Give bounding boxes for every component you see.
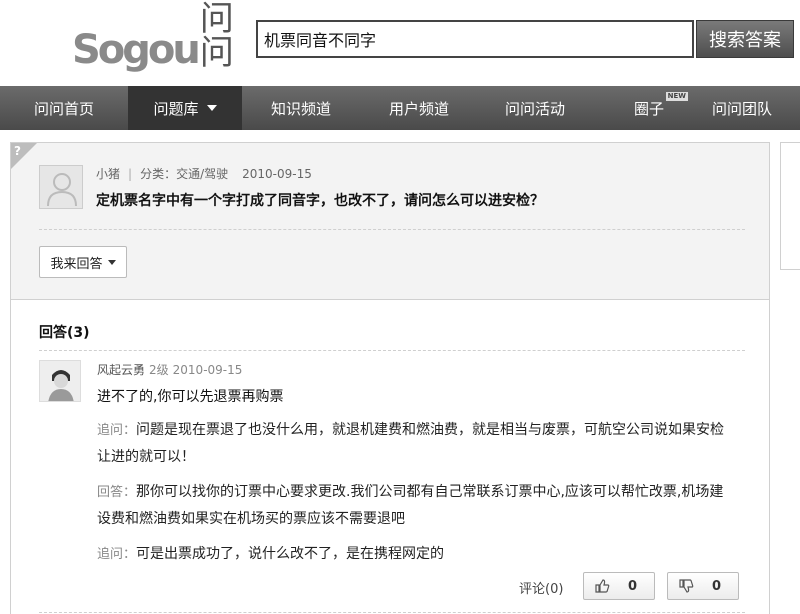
followup-text: 可是出票成功了，说什么改不了，是在携程网定的 — [136, 546, 445, 562]
answer-date: 2010-09-15 — [172, 363, 243, 377]
nav-item-question-library[interactable]: 问题库 — [128, 86, 242, 130]
followup-text: 那你可以找你的订票中心要求更改.我们公司都有自己常联系订票中心,应该可以帮忙改票… — [97, 484, 724, 527]
nav-item-team[interactable]: 问问团队 — [706, 86, 800, 130]
divider — [39, 350, 745, 351]
answer-author-level: 2级 — [149, 363, 169, 377]
upvote-count: 0 — [628, 578, 638, 594]
search-input[interactable] — [264, 22, 684, 56]
nav-item-home[interactable]: 问问首页 — [0, 86, 128, 130]
answer-text: 进不了的,你可以先退票再购票 — [97, 389, 284, 405]
nav-item-label: 圈子 — [633, 99, 664, 118]
answers-section: 回答(3) 风起云勇 2级 2010-09-15 进不了的,你可以先退票再购票 追问… — [10, 300, 770, 614]
logo-wenwen-text: 问问 — [199, 0, 234, 73]
divider — [39, 229, 745, 230]
followup-label: 追问： — [97, 423, 137, 438]
new-badge: NEW — [665, 92, 688, 101]
question-author[interactable]: 小猪 — [96, 167, 120, 181]
answerer-avatar[interactable] — [39, 360, 81, 402]
question-title: 定机票名字中有一个字打成了同音字，也改不了，请问怎么可以进安检？ — [96, 193, 544, 209]
question-mark-icon: ? — [14, 144, 21, 158]
upvote-button[interactable]: 0 — [583, 572, 655, 600]
nav-item-label: 问问首页 — [33, 99, 94, 118]
default-avatar-icon — [47, 173, 77, 207]
question-category[interactable]: 分类：交通/驾驶 — [140, 167, 228, 181]
nav-item-label: 知识频道 — [270, 99, 331, 118]
answer-meta: 风起云勇 2级 2010-09-15 — [97, 361, 242, 378]
logo-sogou-text: Sogou — [72, 27, 201, 73]
followup-text: 问题是现在票退了也没什么用，就退机建费和燃油费，就是相当与废票，可航空公司说如果… — [97, 422, 725, 465]
followup-answer: 回答：那你可以找你的订票中心要求更改.我们公司都有自己常联系订票中心,应该可以帮… — [97, 479, 737, 532]
comment-link[interactable]: 评论(0) — [519, 578, 563, 597]
thumbs-up-icon — [595, 579, 610, 593]
downvote-count: 0 — [712, 578, 722, 594]
divider — [39, 612, 745, 613]
nav-item-label: 问题库 — [153, 99, 199, 118]
followup-label: 追问： — [97, 547, 137, 562]
question-date: 2010-09-15 — [242, 167, 312, 181]
nav-item-label: 问问团队 — [712, 99, 773, 118]
avatar[interactable] — [39, 165, 83, 209]
user-photo-icon — [40, 361, 80, 401]
downvote-button[interactable]: 0 — [667, 572, 739, 600]
answer-button[interactable]: 我来回答 — [39, 246, 127, 278]
main-nav: 问问首页 问题库 知识频道 用户频道 问问活动 圈子 NEW 问问团队 — [0, 86, 800, 130]
sogou-wenwen-logo[interactable]: Sogou 问问 — [72, 2, 250, 73]
nav-item-circle[interactable]: 圈子 NEW — [592, 86, 706, 130]
nav-item-label: 问问活动 — [504, 99, 565, 118]
followup-label: 回答： — [97, 485, 137, 500]
chevron-down-icon — [206, 105, 217, 111]
answer-author[interactable]: 风起云勇 — [97, 363, 145, 377]
answer-button-label: 我来回答 — [50, 256, 103, 272]
search-button[interactable]: 搜索答案 — [696, 20, 794, 58]
nav-item-activities[interactable]: 问问活动 — [478, 86, 592, 130]
search-box — [256, 20, 694, 58]
sidebar-box — [780, 142, 800, 270]
question-meta: 小猪 | 分类：交通/驾驶 2010-09-15 — [96, 167, 312, 181]
nav-item-knowledge[interactable]: 知识频道 — [242, 86, 360, 130]
question-panel: ? 小猪 | 分类：交通/驾驶 2010-09-15 定机票名字中有一个字打成了同音字… — [10, 142, 770, 300]
chevron-down-icon — [107, 259, 116, 265]
answers-heading: 回答(3) — [39, 325, 90, 341]
header: Sogou 问问 搜索答案 — [0, 0, 800, 86]
nav-item-users[interactable]: 用户频道 — [360, 86, 478, 130]
followup-question: 追问：问题是现在票退了也没什么用，就退机建费和燃油费，就是相当与废票，可航空公司… — [97, 417, 737, 470]
nav-item-label: 用户频道 — [388, 99, 449, 118]
followup-question: 追问：可是出票成功了，说什么改不了，是在携程网定的 — [97, 541, 737, 568]
thumbs-down-icon — [679, 579, 694, 593]
